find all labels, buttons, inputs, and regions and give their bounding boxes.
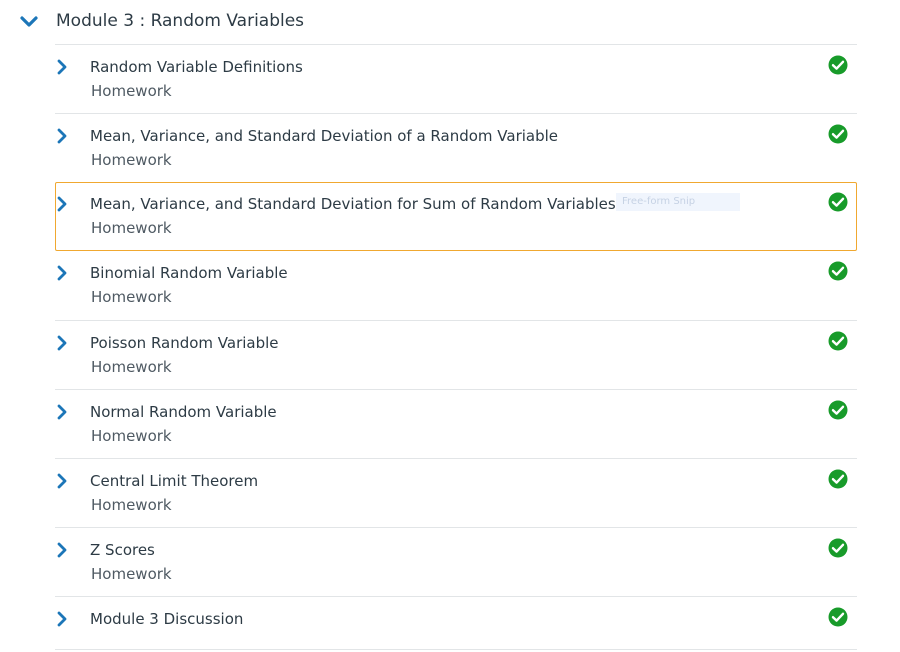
module-item[interactable]: Z Scores Homework — [55, 527, 857, 596]
item-title[interactable]: Binomial Random Variable — [90, 262, 288, 284]
module-item[interactable]: Module 3 Discussion — [55, 596, 857, 650]
chevron-right-icon[interactable] — [55, 473, 69, 489]
chevron-right-icon[interactable] — [55, 128, 69, 144]
item-title[interactable]: Random Variable Definitions — [90, 56, 303, 78]
chevron-right-icon[interactable] — [55, 265, 69, 281]
completed-check-icon — [828, 607, 848, 627]
item-title[interactable]: Module 3 Discussion — [90, 608, 243, 630]
module-header[interactable]: Module 3 : Random Variables — [0, 0, 900, 44]
chevron-right-icon[interactable] — [55, 59, 69, 75]
module-item-focused[interactable]: Free-form Snip Mean, Variance, and Stand… — [55, 182, 857, 251]
chevron-right-icon[interactable] — [55, 335, 69, 351]
module-item[interactable]: Central Limit Theorem Homework — [55, 458, 857, 527]
item-title[interactable]: Central Limit Theorem — [90, 470, 258, 492]
module-item[interactable]: Binomial Random Variable Homework — [55, 251, 857, 320]
item-title[interactable]: Mean, Variance, and Standard Deviation f… — [90, 193, 616, 215]
item-type: Homework — [91, 82, 172, 100]
module-item[interactable]: Normal Random Variable Homework — [55, 389, 857, 458]
completed-check-icon — [828, 331, 848, 351]
module-item[interactable]: Mean, Variance, and Standard Deviation o… — [55, 113, 857, 182]
module-items-list: Random Variable Definitions Homework Mea… — [55, 44, 857, 650]
completed-check-icon — [828, 538, 848, 558]
chevron-right-icon[interactable] — [55, 542, 69, 558]
item-title[interactable]: Mean, Variance, and Standard Deviation o… — [90, 125, 558, 147]
completed-check-icon — [828, 469, 848, 489]
item-type: Homework — [91, 151, 172, 169]
module-item[interactable]: Random Variable Definitions Homework — [55, 44, 857, 113]
chevron-right-icon[interactable] — [55, 611, 69, 627]
item-type: Homework — [91, 565, 172, 583]
completed-check-icon — [828, 124, 848, 144]
snip-overlay-label: Free-form Snip — [616, 193, 740, 211]
item-type: Homework — [91, 288, 172, 306]
module-title: Module 3 : Random Variables — [56, 11, 305, 31]
item-title[interactable]: Normal Random Variable — [90, 401, 277, 423]
module-item[interactable]: Poisson Random Variable Homework — [55, 320, 857, 389]
item-type: Homework — [91, 427, 172, 445]
completed-check-icon — [828, 400, 848, 420]
chevron-right-icon[interactable] — [55, 404, 69, 420]
completed-check-icon — [828, 261, 848, 281]
chevron-down-icon[interactable] — [19, 12, 39, 32]
item-type: Homework — [91, 219, 172, 237]
chevron-right-icon[interactable] — [55, 196, 69, 212]
item-title[interactable]: Poisson Random Variable — [90, 332, 279, 354]
item-title[interactable]: Z Scores — [90, 539, 155, 561]
completed-check-icon — [828, 55, 848, 75]
item-type: Homework — [91, 358, 172, 376]
item-type: Homework — [91, 496, 172, 514]
completed-check-icon — [828, 192, 848, 212]
